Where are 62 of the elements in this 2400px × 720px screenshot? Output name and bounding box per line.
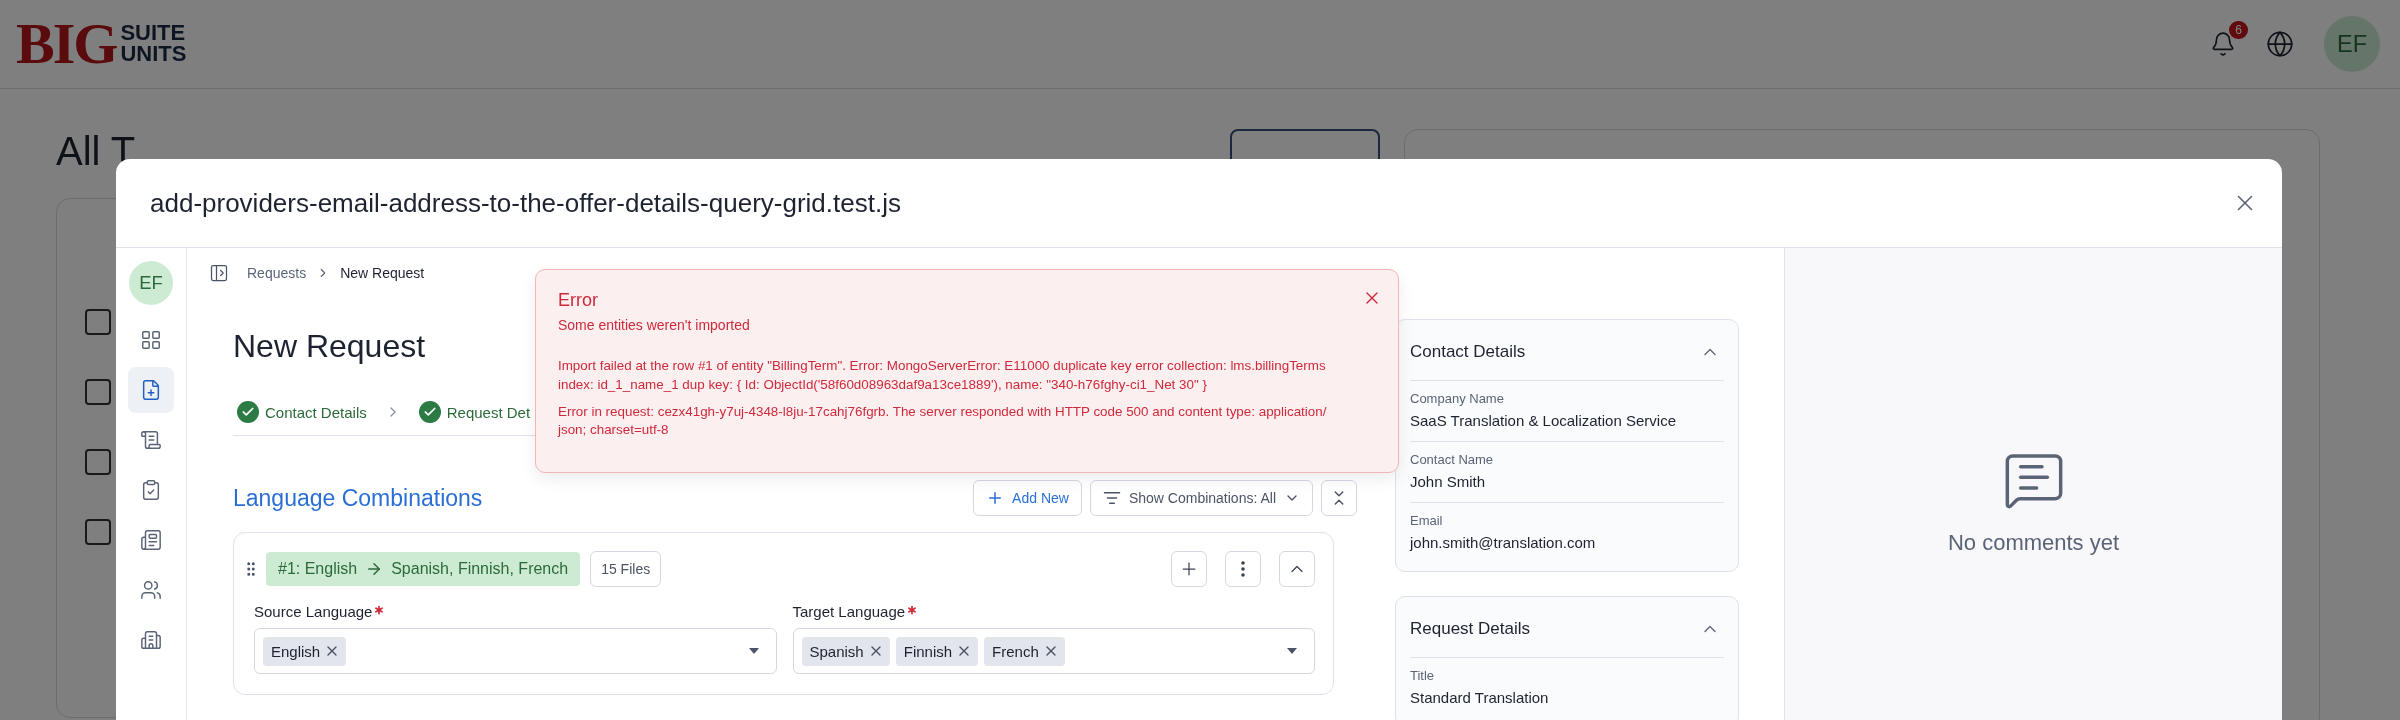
step-label[interactable]: Contact Details: [265, 403, 367, 421]
field-label: Contact Name: [1410, 452, 1495, 467]
field-value: SaaS Translation & Localization Service: [1410, 412, 1677, 429]
language-tag: Finnish: [895, 636, 979, 666]
users-icon: [140, 579, 162, 601]
globe-icon[interactable]: [2266, 30, 2294, 58]
breadcrumb-link[interactable]: New Request: [340, 265, 425, 281]
card-title: Contact Details: [1410, 342, 1526, 362]
field-label: Source Language: [254, 603, 777, 620]
checkbox[interactable]: [85, 449, 111, 475]
collapse-all-button[interactable]: [1321, 480, 1357, 516]
field-label: Company Name: [1410, 391, 1505, 406]
add-button[interactable]: [1171, 551, 1207, 587]
language-select[interactable]: English: [254, 628, 777, 674]
add-new-button[interactable]: Add New: [973, 480, 1082, 516]
error-subtitle: Some entities weren't imported: [558, 317, 751, 333]
field-label: Email: [1410, 513, 1444, 528]
chip-text: #1: English: [278, 560, 358, 578]
card-title: Request Details: [1410, 619, 1530, 639]
sidebar-toggle-icon[interactable]: [209, 263, 229, 283]
language-select[interactable]: Spanish Finnish French: [792, 628, 1315, 674]
bell-icon[interactable]: [2210, 31, 2236, 57]
empty-comments-text: No comments yet: [1947, 530, 2120, 556]
list-icon: [140, 529, 162, 551]
language-tag: French: [984, 636, 1065, 666]
checkbox[interactable]: [85, 309, 111, 335]
step-label[interactable]: Request Det: [446, 403, 531, 421]
breadcrumb-link[interactable]: Requests: [247, 265, 307, 281]
language-tag: Spanish: [801, 636, 890, 666]
document-icon: [140, 429, 162, 451]
building-icon: [140, 629, 162, 651]
logo-text: BIG: [16, 15, 117, 73]
dropdown-icon: [1286, 647, 1298, 655]
notification-badge: 6: [2229, 21, 2248, 39]
error-message: Error in request: cezx41gh-y7uj-4348-l8ju-17cahj76fgrb. The server responded with HTTP code 500 and content type: application/ json; charset=utf-8: [558, 402, 1328, 440]
grid-icon: [140, 329, 162, 351]
section-title: Language Combinations: [233, 484, 483, 512]
field-value: Standard Translation: [1410, 689, 1550, 706]
field-value: john.smith@translation.com: [1410, 534, 1597, 551]
checkbox[interactable]: [85, 519, 111, 545]
filter-icon: [1102, 489, 1121, 507]
document-plus-icon: [140, 379, 162, 401]
more-icon: [1241, 561, 1245, 577]
checkbox[interactable]: [85, 379, 111, 405]
error-message: Import failed at the row #1 of entity "BillingTerm". Error: MongoServerError: E11000 duplicate key error collection: lms.billingTerms index: id_1_name_1 dup key: { Id: ObjectId('58f60d08963daf9a13ce1889'), name: "340-h76fghy-ci1_Net 30" }: [558, 357, 1327, 394]
field-label: Target Language: [792, 603, 1315, 620]
files-button[interactable]: 15 Files: [590, 551, 662, 587]
logo-text: UNITS: [120, 44, 187, 65]
field-value: John Smith: [1410, 473, 1487, 490]
error-title: Error: [558, 290, 599, 311]
modal-title: add-providers-email-address-to-the-offer-details-query-grid.test.js: [150, 187, 901, 219]
clipboard-check-icon: [140, 479, 162, 501]
more-button[interactable]: [1225, 551, 1261, 587]
filter-dropdown[interactable]: Show Combinations: All: [1089, 480, 1313, 516]
sidebar-item[interactable]: [128, 367, 174, 413]
language-tag: English: [263, 636, 347, 666]
dropdown-icon: [747, 647, 760, 655]
logo-text: SUITE: [120, 23, 187, 44]
user-avatar[interactable]: EF: [129, 261, 173, 305]
field-label: Title: [1410, 668, 1436, 683]
chip-text: Spanish, Finnish, French: [391, 560, 569, 578]
page-heading: New Request: [233, 328, 426, 365]
